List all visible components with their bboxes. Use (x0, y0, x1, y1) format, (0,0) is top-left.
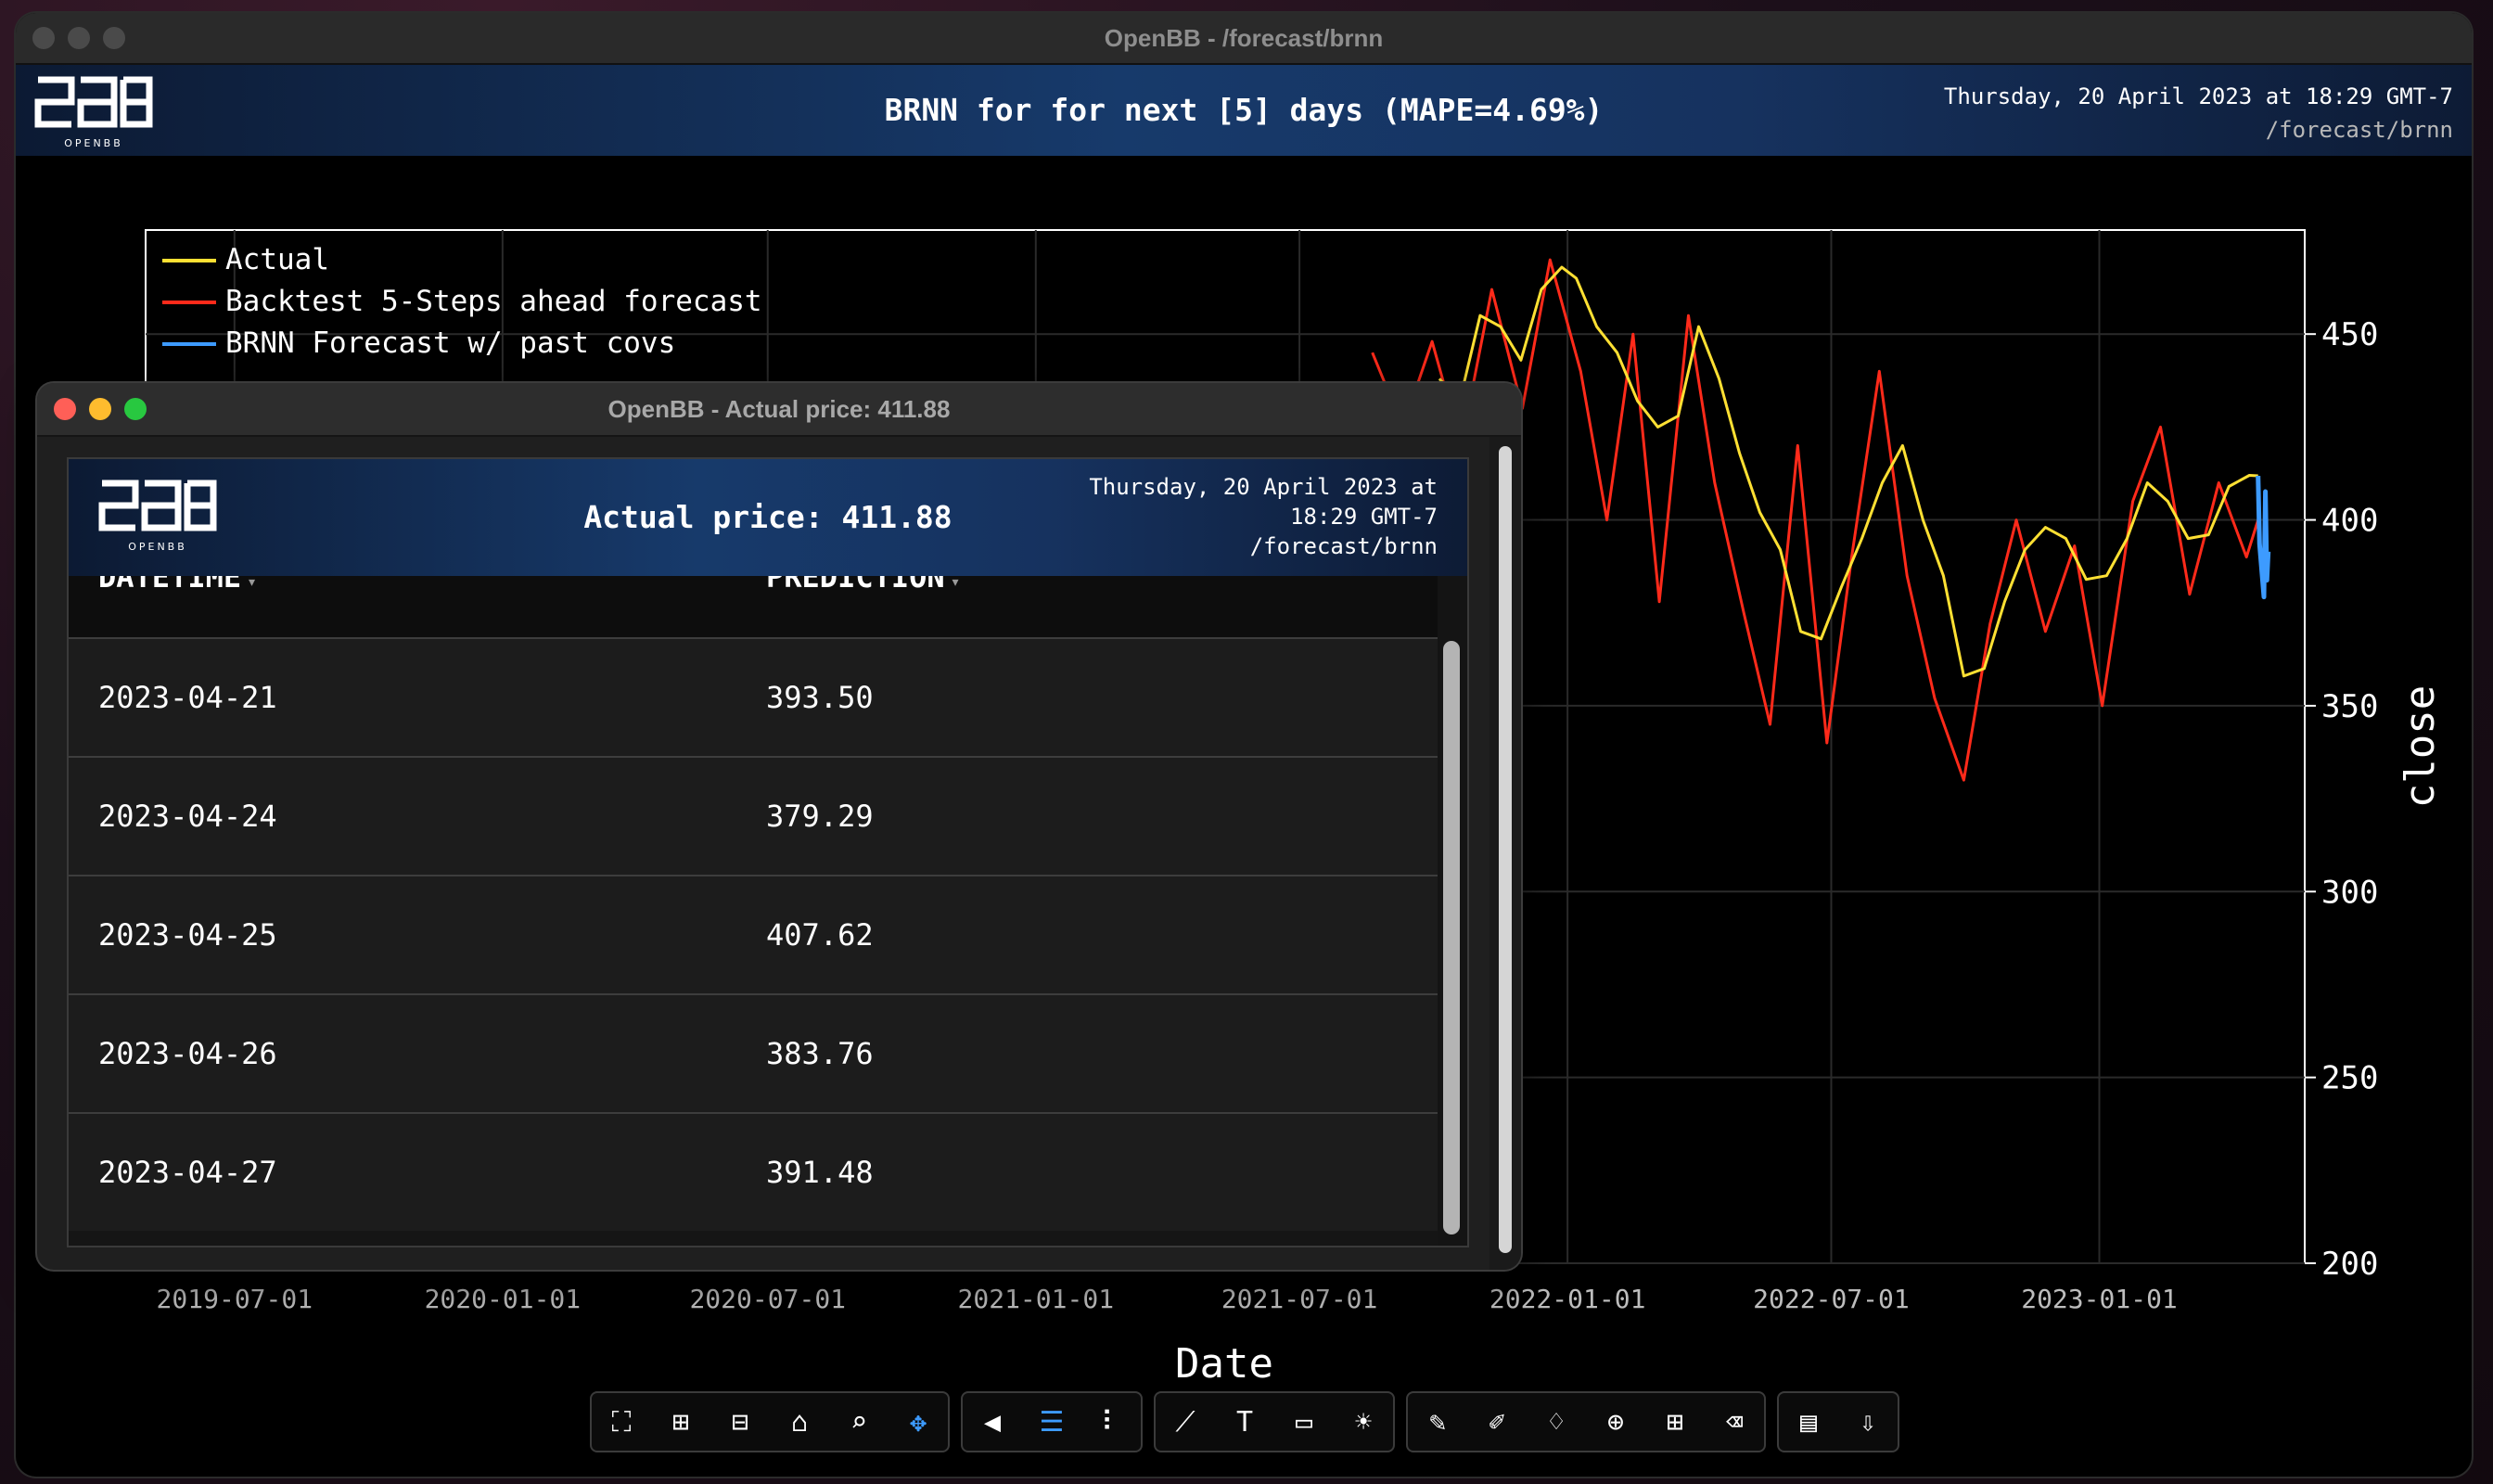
cell-prediction: 407.62 (766, 917, 874, 953)
toolbar-group: ▤ ⇩ (1777, 1391, 1899, 1452)
x-axis-ticks: 2019-07-01 2020-01-01 2020-07-01 2021-01-01… (157, 1284, 2178, 1314)
cell-prediction: 383.76 (766, 1036, 874, 1071)
text-icon[interactable]: T (1215, 1393, 1274, 1451)
zoom-out-icon[interactable]: ⊟ (710, 1393, 770, 1451)
legend-swatch (162, 342, 216, 346)
table-row[interactable]: 2023-04-27 391.48 (69, 1112, 1438, 1231)
home-icon[interactable]: ⌂ (770, 1393, 829, 1451)
y-tick-label: 300 (2321, 874, 2378, 911)
column-header-prediction[interactable]: PREDICTION ▾ (766, 576, 961, 595)
x-tick-label: 2021-01-01 (958, 1284, 1115, 1314)
hover-compare-icon[interactable]: ☰ (1022, 1393, 1081, 1451)
cell-datetime: 2023-04-24 (98, 799, 277, 834)
legend-swatch (162, 301, 216, 304)
legend-label: Actual (225, 243, 329, 276)
title-icon[interactable]: ▭ (1274, 1393, 1334, 1451)
chart-legend: Actual Backtest 5-Steps ahead forecast B… (162, 239, 762, 365)
cell-prediction: 391.48 (766, 1155, 874, 1190)
download-image-icon[interactable]: ⇩ (1838, 1393, 1898, 1451)
table-row[interactable]: 2023-04-24 379.29 (69, 756, 1438, 875)
legend-label: BRNN Forecast w/ past covs (225, 326, 676, 360)
popup-datetime-line1: Thursday, 20 April 2023 at (1089, 474, 1438, 500)
popup-titlebar[interactable]: OpenBB - Actual price: 411.88 (37, 383, 1521, 437)
x-tick-label: 2020-01-01 (425, 1284, 582, 1314)
legend-swatch (162, 259, 216, 262)
zoom-box-icon[interactable]: ⌕ (829, 1393, 889, 1451)
y-tick-label: 400 (2321, 503, 2378, 540)
toolbar-group: ✎ ✐ ♢ ⊕ ⊞ ⌫ (1406, 1391, 1766, 1452)
y-tick-label: 450 (2321, 316, 2378, 353)
download-csv-icon[interactable]: ▤ (1779, 1393, 1838, 1451)
cell-datetime: 2023-04-27 (98, 1155, 277, 1190)
cell-datetime: 2023-04-21 (98, 680, 277, 715)
popup-title: OpenBB - Actual price: 411.88 (607, 395, 951, 423)
draw-line-icon[interactable]: ✐ (1467, 1393, 1527, 1451)
chart-type-icon[interactable]: ⟋ (1156, 1393, 1215, 1451)
cell-prediction: 379.29 (766, 799, 874, 834)
popup-banner: OPENBB Actual price: 411.88 Thursday, 20… (69, 459, 1467, 576)
x-tick-label: 2023-01-01 (2021, 1284, 2178, 1314)
draw-rect-icon[interactable]: ⊞ (1645, 1393, 1705, 1451)
y-axis-label: close (2397, 685, 2444, 808)
x-tick-label: 2019-07-01 (157, 1284, 313, 1314)
series-line-actual (1438, 265, 2258, 678)
pan-icon[interactable]: ✥ (889, 1393, 948, 1451)
table-row[interactable]: 2023-04-26 383.76 (69, 993, 1438, 1112)
x-axis-label: Date (1175, 1340, 1273, 1388)
table-header: DATETIME ▾ PREDICTION ▾ (69, 576, 1438, 637)
legend-label: Backtest 5-Steps ahead forecast (225, 285, 762, 318)
popup-path: /forecast/brnn (1249, 533, 1438, 559)
paint-icon[interactable]: ✎ (1408, 1393, 1467, 1451)
hover-closest-icon[interactable]: ◀ (963, 1393, 1022, 1451)
prediction-panel: OPENBB Actual price: 411.88 Thursday, 20… (67, 457, 1469, 1247)
toolbar-group: ◀ ☰ ⠇ (961, 1391, 1143, 1452)
table-scrollbar[interactable] (1438, 576, 1467, 1246)
popup-scrollbar[interactable] (1489, 437, 1521, 1270)
legend-item-actual[interactable]: Actual (162, 239, 762, 281)
spike-lines-icon[interactable]: ⠇ (1081, 1393, 1141, 1451)
x-tick-label: 2021-07-01 (1221, 1284, 1378, 1314)
legend-item-forecast[interactable]: BRNN Forecast w/ past covs (162, 323, 762, 365)
table-row[interactable]: 2023-04-21 393.50 (69, 637, 1438, 756)
column-header-label: PREDICTION (766, 576, 945, 595)
draw-open-path-icon[interactable]: ♢ (1527, 1393, 1586, 1451)
toolbar-group: ⟋ T ▭ ☀ (1154, 1391, 1395, 1452)
series-line-forecast (2256, 475, 2271, 600)
x-tick-label: 2020-07-01 (689, 1284, 846, 1314)
popup-banner-info: Thursday, 20 April 2023 at 18:29 GMT-7 /… (1089, 472, 1438, 561)
erase-shape-icon[interactable]: ⌫ (1705, 1393, 1764, 1451)
y-tick-label: 200 (2321, 1246, 2378, 1283)
theme-icon[interactable]: ☀ (1334, 1393, 1393, 1451)
cell-datetime: 2023-04-25 (98, 917, 277, 953)
y-tick-label: 250 (2321, 1060, 2378, 1097)
y-tick-label: 350 (2321, 688, 2378, 725)
x-tick-label: 2022-07-01 (1753, 1284, 1910, 1314)
autoscale-icon[interactable]: ⛶ (592, 1393, 651, 1451)
column-header-label: DATETIME (98, 576, 242, 595)
draw-circle-icon[interactable]: ⊕ (1586, 1393, 1645, 1451)
x-tick-label: 2022-01-01 (1489, 1284, 1646, 1314)
column-header-datetime[interactable]: DATETIME ▾ (98, 576, 257, 595)
cell-datetime: 2023-04-26 (98, 1036, 277, 1071)
cell-prediction: 393.50 (766, 680, 874, 715)
prediction-popup-window: OpenBB - Actual price: 411.88 OPENBB Act… (37, 383, 1521, 1270)
legend-item-backtest[interactable]: Backtest 5-Steps ahead forecast (162, 281, 762, 323)
popup-scrollbar-thumb[interactable] (1499, 446, 1512, 1253)
popup-datetime-line2: 18:29 GMT-7 (1290, 504, 1438, 530)
zoom-in-icon[interactable]: ⊞ (651, 1393, 710, 1451)
sort-caret-icon[interactable]: ▾ (951, 576, 961, 592)
table-scrollbar-thumb[interactable] (1443, 641, 1460, 1235)
table-row[interactable]: 2023-04-25 407.62 (69, 875, 1438, 993)
toolbar-group: ⛶ ⊞ ⊟ ⌂ ⌕ ✥ (590, 1391, 950, 1452)
y-axis-ticks: 200 250 300 350 400 450 (2305, 316, 2378, 1283)
sort-caret-icon[interactable]: ▾ (247, 576, 257, 592)
